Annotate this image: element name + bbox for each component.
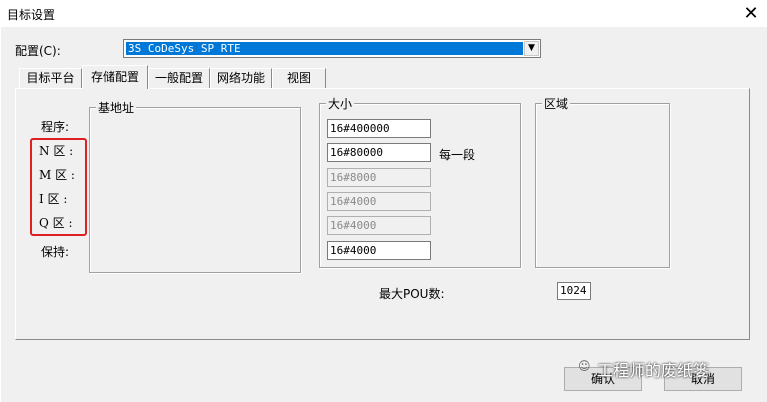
- size-m-input: 16#8000: [327, 168, 431, 187]
- chevron-down-icon[interactable]: ▼: [524, 41, 539, 56]
- size-program-input[interactable]: 16#400000: [327, 119, 431, 138]
- window-title: 目标设置: [7, 8, 56, 22]
- label-retain: 保持:: [41, 245, 70, 259]
- group-base-address-title: 基地址: [96, 99, 137, 116]
- config-selected-value: 3S CoDeSys SP RTE: [126, 42, 523, 55]
- highlight-box: [30, 138, 87, 236]
- size-i-input: 16#4000: [327, 192, 431, 211]
- tab-target-platform[interactable]: 目标平台: [19, 68, 82, 88]
- size-n-input[interactable]: 16#80000: [327, 143, 431, 162]
- size-q-input: 16#4000: [327, 216, 431, 235]
- tab-memory-layout[interactable]: 存储配置: [82, 65, 148, 89]
- per-segment-label: 每一段: [439, 148, 476, 162]
- group-area: 区域: [535, 95, 670, 268]
- max-pou-input[interactable]: 1024: [557, 282, 591, 300]
- wechat-icon: ☺: [578, 359, 591, 373]
- config-select[interactable]: 3S CoDeSys SP RTE ▼: [123, 39, 541, 58]
- tab-visualization[interactable]: 视图: [272, 68, 326, 88]
- close-icon[interactable]: ✕: [740, 3, 762, 25]
- tab-general[interactable]: 一般配置: [148, 68, 210, 88]
- max-pou-label: 最大POU数:: [379, 287, 445, 301]
- watermark-text: 工程师的废纸篓: [597, 361, 710, 380]
- group-base-address: 基地址: [89, 99, 301, 273]
- group-size-title: 大小: [326, 95, 355, 112]
- title-bar: 目标设置 ✕: [1, 1, 767, 27]
- target-settings-dialog: 目标设置 ✕ 配置(C): 3S CoDeSys SP RTE ▼ 目标平台 存…: [0, 0, 767, 402]
- size-retain-input[interactable]: 16#4000: [327, 241, 431, 260]
- group-area-title: 区域: [542, 95, 571, 112]
- config-label: 配置(C):: [15, 44, 61, 58]
- tab-network-functionality[interactable]: 网络功能: [210, 68, 272, 88]
- label-program: 程序:: [41, 120, 70, 134]
